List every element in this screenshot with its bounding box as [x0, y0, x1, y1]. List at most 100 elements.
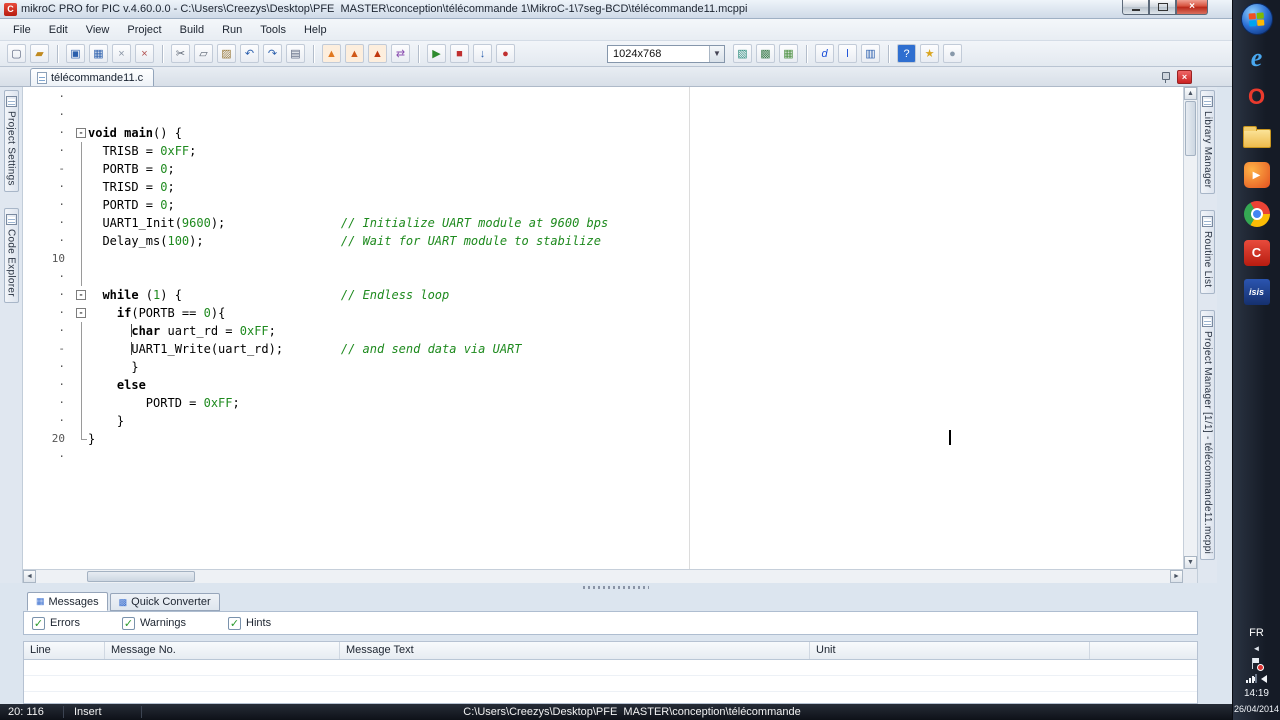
- code-line[interactable]: · TRISB = 0xFF;: [23, 142, 1183, 160]
- code-line[interactable]: · PORTD = 0;: [23, 196, 1183, 214]
- print-button[interactable]: ▤: [286, 44, 305, 63]
- new-file-button[interactable]: ▢: [7, 44, 26, 63]
- run-debugger-button[interactable]: ▶: [427, 44, 446, 63]
- opera-icon[interactable]: O: [1239, 82, 1275, 112]
- column-message-no[interactable]: Message No.: [105, 642, 340, 659]
- mikroc-icon[interactable]: C: [1239, 238, 1275, 268]
- menu-run[interactable]: Run: [213, 21, 251, 39]
- close-file-button[interactable]: ×: [112, 44, 131, 63]
- code-line[interactable]: · TRISD = 0;: [23, 178, 1183, 196]
- vertical-scrollbar[interactable]: ▲ ▼: [1183, 87, 1197, 569]
- clean-project-button[interactable]: ▩: [756, 44, 775, 63]
- check-updates-button[interactable]: ●: [943, 44, 962, 63]
- tab-telecommande11[interactable]: télécommande11.c: [30, 68, 155, 86]
- hints-checkbox[interactable]: ✓: [228, 616, 242, 630]
- edit-project-button[interactable]: ▧: [733, 44, 752, 63]
- folder-icon[interactable]: [1239, 121, 1275, 151]
- code-line[interactable]: · char uart_rd = 0xFF;: [23, 322, 1183, 340]
- column-message-text[interactable]: Message Text: [340, 642, 810, 659]
- code-line[interactable]: - PORTB = 0;: [23, 160, 1183, 178]
- menu-tools[interactable]: Tools: [251, 21, 295, 39]
- fold-marker[interactable]: -: [75, 286, 88, 304]
- code-line[interactable]: · }: [23, 412, 1183, 430]
- horizontal-scroll-thumb[interactable]: [87, 571, 195, 582]
- action-center-flag-icon[interactable]: [1251, 658, 1264, 671]
- fold-collapse-icon[interactable]: -: [76, 290, 86, 300]
- column-unit[interactable]: Unit: [810, 642, 1090, 659]
- code-templates-button[interactable]: ▥: [861, 44, 880, 63]
- close-button[interactable]: ×: [1176, 0, 1208, 15]
- internet-explorer-icon[interactable]: e: [1239, 43, 1275, 73]
- open-file-button[interactable]: ▰: [30, 44, 49, 63]
- tab-messages[interactable]: ▦ Messages: [27, 592, 108, 611]
- warnings-checkbox[interactable]: ✓: [121, 616, 135, 630]
- code-line[interactable]: · - while (1) { // Endless loop: [23, 286, 1183, 304]
- scroll-up-arrow[interactable]: ▲: [1184, 87, 1197, 100]
- vertical-scroll-thumb[interactable]: [1185, 101, 1196, 156]
- column-line[interactable]: Line: [24, 642, 105, 659]
- redo-button[interactable]: ↷: [263, 44, 282, 63]
- program-button[interactable]: ⇄: [391, 44, 410, 63]
- filter-warnings[interactable]: ✓ Warnings: [121, 616, 186, 630]
- code-line[interactable]: · UART1_Init(9600); // Initialize UART m…: [23, 214, 1183, 232]
- panel-tab-project-manager-1-1-t-l-commande11-mcppi[interactable]: Project Manager [1/1] - télécommande11.m…: [1200, 309, 1215, 560]
- build-and-program-button[interactable]: ▲: [368, 44, 387, 63]
- clock-time[interactable]: 14:19: [1244, 688, 1269, 699]
- panel-splitter[interactable]: [0, 583, 1232, 592]
- tab-quick-converter[interactable]: ▩ Quick Converter: [109, 593, 220, 611]
- menu-edit[interactable]: Edit: [40, 21, 77, 39]
- cut-button[interactable]: ✂: [171, 44, 190, 63]
- minimize-button[interactable]: [1122, 0, 1149, 15]
- scroll-right-arrow[interactable]: ►: [1170, 570, 1183, 583]
- close-all-button[interactable]: ×: [135, 44, 154, 63]
- panel-tab-library-manager[interactable]: Library Manager: [1200, 90, 1215, 195]
- uncomment-lines-button[interactable]: l: [838, 44, 857, 63]
- menu-view[interactable]: View: [77, 21, 119, 39]
- rebuild-button[interactable]: ▲: [345, 44, 364, 63]
- fold-collapse-icon[interactable]: -: [76, 128, 86, 138]
- resolution-combo[interactable]: 1024x768 ▼: [607, 44, 725, 63]
- code-line[interactable]: · else: [23, 376, 1183, 394]
- menu-file[interactable]: File: [4, 21, 40, 39]
- titlebar[interactable]: C mikroC PRO for PIC v.4.60.0.0 - C:\Use…: [0, 0, 1232, 19]
- fold-collapse-icon[interactable]: -: [76, 308, 86, 318]
- project-manager-button[interactable]: ▦: [779, 44, 798, 63]
- show-tips-button[interactable]: ★: [920, 44, 939, 63]
- horizontal-scrollbar[interactable]: ◄ ►: [23, 569, 1183, 583]
- errors-checkbox[interactable]: ✓: [32, 616, 45, 630]
- help-button[interactable]: ?: [897, 44, 916, 63]
- panel-tab-project-settings[interactable]: Project Settings: [3, 90, 19, 192]
- code-line[interactable]: - UART1_Write(uart_rd); // and send data…: [23, 340, 1183, 358]
- code-line[interactable]: · - if(PORTB == 0){: [23, 304, 1183, 322]
- clock-date[interactable]: 26/04/2014: [1234, 704, 1279, 714]
- isis-icon[interactable]: isis: [1239, 277, 1275, 307]
- breakpoints-button[interactable]: ●: [496, 44, 515, 63]
- menu-build[interactable]: Build: [171, 21, 213, 39]
- hidden-icons-chevron[interactable]: ◄: [1253, 644, 1261, 653]
- undo-button[interactable]: ↶: [240, 44, 259, 63]
- code-line[interactable]: · }: [23, 358, 1183, 376]
- code-line[interactable]: 10: [23, 250, 1183, 268]
- code-line[interactable]: · Delay_ms(100); // Wait for UART module…: [23, 232, 1183, 250]
- code-line[interactable]: ·: [23, 88, 1183, 106]
- filter-errors[interactable]: ✓ Errors: [32, 616, 80, 630]
- panel-tab-code-explorer[interactable]: Code Explorer: [3, 207, 19, 303]
- save-all-button[interactable]: ▦: [89, 44, 108, 63]
- filter-hints[interactable]: ✓ Hints: [228, 616, 271, 630]
- scroll-left-arrow[interactable]: ◄: [23, 570, 36, 583]
- chrome-icon[interactable]: [1239, 199, 1275, 229]
- fold-marker[interactable]: -: [75, 124, 88, 142]
- menu-project[interactable]: Project: [118, 21, 170, 39]
- comment-lines-button[interactable]: d: [815, 44, 834, 63]
- start-button[interactable]: [1239, 3, 1275, 35]
- language-indicator[interactable]: FR: [1249, 627, 1264, 639]
- maximize-button[interactable]: [1149, 0, 1176, 15]
- code-editor[interactable]: · · · - void main() {· TRISB = 0xFF; - PORTB …: [23, 87, 1197, 583]
- scroll-down-arrow[interactable]: ▼: [1184, 556, 1197, 569]
- code-line[interactable]: · - void main() {: [23, 124, 1183, 142]
- copy-button[interactable]: ▱: [194, 44, 213, 63]
- media-player-icon[interactable]: ▶: [1239, 160, 1275, 190]
- panel-tab-routine-list[interactable]: Routine List: [1200, 210, 1215, 294]
- close-tab-button[interactable]: ×: [1177, 70, 1192, 84]
- fold-marker[interactable]: -: [75, 304, 88, 322]
